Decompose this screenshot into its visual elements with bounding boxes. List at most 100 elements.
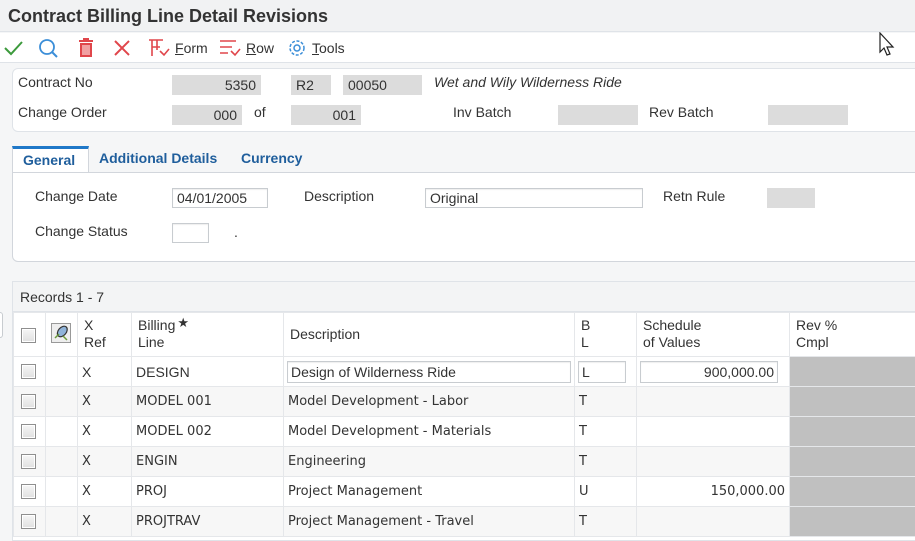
row-checkbox[interactable] [21, 424, 36, 439]
column-header-xref[interactable]: XRef [78, 313, 132, 357]
xref-cell: X [78, 507, 132, 537]
table-row[interactable]: X MODEL 001 Model Development - Labor T [14, 387, 915, 417]
rev-pct-cell [790, 447, 915, 477]
row-exit-icon [218, 37, 242, 59]
tools-label-key: T [312, 40, 319, 56]
bl-cell: U [575, 477, 637, 507]
grid-table: XRef Billing★Line Description BL Schedul… [13, 312, 915, 537]
column-header-bl[interactable]: BL [575, 313, 637, 357]
delete-button[interactable] [75, 37, 97, 59]
table-row[interactable]: X PROJ Project Management U 150,000.00 [14, 477, 915, 507]
billing-lines-grid: Records 1 - 7 XRef Billing★Line Descript… [12, 281, 915, 541]
xref-cell: X [78, 447, 132, 477]
page-title: Contract Billing Line Detail Revisions [8, 6, 328, 27]
tools-menu[interactable]: Tools [286, 37, 345, 59]
description-cell: Project Management - Travel [284, 507, 575, 537]
schedule-of-values-cell [637, 387, 790, 417]
search-icon [37, 37, 59, 59]
form-label-key: F [175, 40, 184, 56]
row-label-key: R [246, 40, 256, 56]
bl-cell: T [575, 387, 637, 417]
inv-batch-field [558, 105, 638, 125]
rev-pct-cell [790, 477, 915, 507]
grid-header-row: XRef Billing★Line Description BL Schedul… [14, 313, 915, 357]
change-date-input[interactable]: 04/01/2005 [172, 188, 268, 208]
billing-line-cell: DESIGN [132, 357, 284, 387]
cancel-button[interactable] [111, 37, 133, 59]
description-cell: Model Development - Labor [284, 387, 575, 417]
description-cell-input[interactable]: Design of Wilderness Ride [287, 361, 571, 383]
of-label: of [254, 104, 266, 120]
row-menu[interactable]: Row [218, 37, 274, 59]
row-checkbox[interactable] [21, 484, 36, 499]
tab-additional-details[interactable]: Additional Details [89, 146, 227, 173]
retn-rule-label: Retn Rule [663, 188, 725, 204]
form-label: orm [184, 40, 208, 56]
attachment-cell [46, 447, 78, 477]
attachment-icon[interactable] [51, 323, 71, 343]
company-field: 00050 [343, 75, 422, 95]
column-header-schedule-of-values[interactable]: Scheduleof Values [637, 313, 790, 357]
change-status-input[interactable] [172, 223, 209, 243]
contract-type-field: R2 [291, 75, 331, 95]
general-tab-panel: Change Date 04/01/2005 Description Origi… [12, 172, 915, 262]
rev-pct-cell [790, 357, 915, 387]
rev-batch-label: Rev Batch [649, 104, 714, 120]
description-input[interactable]: Original [425, 188, 643, 208]
tools-label: ools [319, 40, 345, 56]
schedule-of-values-input[interactable]: 900,000.00 [640, 361, 778, 383]
row-checkbox[interactable] [21, 454, 36, 469]
mouse-cursor-icon [879, 32, 897, 58]
table-row[interactable]: X MODEL 002 Model Development - Material… [14, 417, 915, 447]
xref-cell: X [78, 417, 132, 447]
attachment-cell [46, 507, 78, 537]
column-header-billing-line[interactable]: Billing★Line [132, 313, 284, 357]
find-button[interactable] [37, 37, 59, 59]
select-all-checkbox[interactable] [21, 328, 36, 343]
tab-general[interactable]: General [12, 146, 89, 173]
column-header-description[interactable]: Description [284, 313, 575, 357]
rev-pct-cell [790, 507, 915, 537]
bl-cell: T [575, 417, 637, 447]
table-row[interactable]: X PROJTRAV Project Management - Travel T [14, 507, 915, 537]
select-all-header [14, 313, 46, 357]
toolbar: Form Row Tools [0, 33, 915, 63]
billing-line-cell: ENGIN [132, 447, 284, 477]
contract-no-label: Contract No [18, 74, 93, 90]
bl-cell-input[interactable]: L [578, 361, 626, 383]
contract-no-field: 5350 [172, 75, 261, 95]
rev-batch-field [768, 105, 848, 125]
xref-cell: X [78, 477, 132, 507]
tab-strip: General Additional Details Currency [12, 146, 915, 172]
gear-icon [286, 37, 308, 59]
billing-line-cell: PROJ [132, 477, 284, 507]
ok-button[interactable] [2, 37, 24, 59]
row-checkbox[interactable] [21, 394, 36, 409]
change-status-label: Change Status [35, 223, 128, 239]
change-order-label: Change Order [18, 104, 107, 120]
inv-batch-label: Inv Batch [453, 104, 511, 120]
form-exit-icon [147, 37, 171, 59]
form-menu[interactable]: Form [147, 37, 208, 59]
attachment-cell [46, 387, 78, 417]
close-icon [111, 37, 133, 59]
checkmark-icon [2, 37, 24, 59]
table-row[interactable]: X DESIGN Design of Wilderness Ride L 900… [14, 357, 915, 387]
change-order-field: 000 [172, 105, 242, 125]
row-checkbox[interactable] [21, 364, 36, 379]
column-header-rev-pct-cmpl[interactable]: Rev %Cmpl [790, 313, 915, 357]
bl-cell: T [575, 507, 637, 537]
retn-rule-field [767, 188, 815, 208]
table-row[interactable]: X ENGIN Engineering T [14, 447, 915, 477]
grid-side-handle[interactable] [0, 312, 3, 338]
row-label: ow [256, 40, 274, 56]
header-panel: Contract No 5350 R2 00050 Wet and Wily W… [12, 68, 915, 132]
change-order-total-field: 001 [291, 105, 361, 125]
row-checkbox[interactable] [21, 514, 36, 529]
trash-icon [75, 37, 97, 59]
schedule-of-values-cell: 150,000.00 [637, 477, 790, 507]
billing-line-cell: PROJTRAV [132, 507, 284, 537]
attachment-header [46, 313, 78, 357]
billing-line-cell: MODEL 001 [132, 387, 284, 417]
tab-currency[interactable]: Currency [231, 146, 312, 173]
